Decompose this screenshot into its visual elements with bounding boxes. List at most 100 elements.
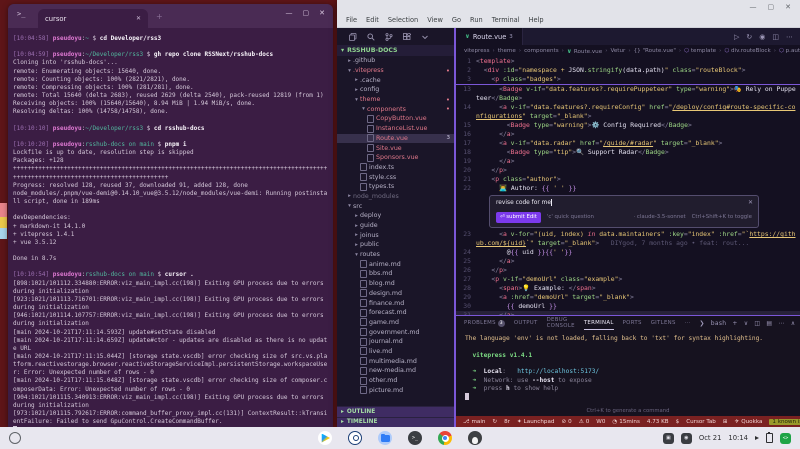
tree-item-config[interactable]: ▸config bbox=[337, 85, 454, 95]
tree-item-Sponsors.vue[interactable]: Sponsors.vue bbox=[337, 153, 454, 163]
errors-icon[interactable]: ⊘0 bbox=[561, 419, 571, 425]
breadcrumb-item[interactable]: theme bbox=[498, 48, 516, 54]
model-selector[interactable]: · claude-3.5-sonnet bbox=[633, 213, 685, 222]
breadcrumb-item[interactable]: components bbox=[524, 48, 559, 54]
tree-item-.vitepress[interactable]: ▾.vitepress• bbox=[337, 66, 454, 76]
tree-item-journal.md[interactable]: journal.md bbox=[337, 337, 454, 347]
play-store-icon[interactable] bbox=[318, 431, 332, 445]
menu-item-edit[interactable]: Edit bbox=[362, 15, 383, 25]
tree-item-types.ts[interactable]: types.ts bbox=[337, 182, 454, 192]
warnings-icon[interactable]: ⚠0 bbox=[579, 419, 590, 425]
status-item[interactable]: $ bbox=[676, 419, 680, 425]
code-badge-icon[interactable]: <> bbox=[780, 433, 791, 444]
panel-tab-gitlens[interactable]: GITLENS bbox=[651, 316, 676, 330]
git-branch-icon[interactable]: ⎇main bbox=[463, 419, 485, 425]
panel-tab-problems[interactable]: PROBLEMS3 bbox=[464, 316, 505, 330]
breadcrumb-item[interactable]: ⬡ p.author bbox=[779, 48, 800, 54]
sync-icon[interactable]: ↻ bbox=[492, 419, 497, 425]
tray-time[interactable]: 10:14 bbox=[728, 434, 748, 442]
breadcrumb-item[interactable]: vitepress bbox=[464, 48, 490, 54]
terminal-app-icon[interactable]: >_ bbox=[408, 431, 422, 445]
breadcrumb-item[interactable]: {} "Route.vue" bbox=[634, 48, 676, 54]
status-item[interactable]: 8r bbox=[504, 419, 510, 425]
tree-item-new-media.md[interactable]: new-media.md bbox=[337, 366, 454, 376]
terminal-maximize-button[interactable]: ▢ bbox=[303, 9, 310, 17]
split-terminal-icon[interactable]: ◫ bbox=[754, 320, 760, 327]
close-icon[interactable]: ✕ bbox=[748, 198, 753, 207]
breadcrumb-item[interactable]: ⬡ div.routeBlock bbox=[724, 48, 770, 54]
terminal-close-button[interactable]: ✕ bbox=[319, 9, 325, 17]
status-item[interactable]: 4.73 KB bbox=[647, 419, 669, 425]
menu-item-go[interactable]: Go bbox=[448, 15, 465, 25]
menu-item-help[interactable]: Help bbox=[525, 15, 548, 25]
tray-app-icon-1[interactable]: ▣ bbox=[663, 433, 674, 444]
tree-item-forecast.md[interactable]: forecast.md bbox=[337, 308, 454, 318]
tree-item-src[interactable]: ▾src bbox=[337, 201, 454, 211]
sync-icon[interactable]: ↻ bbox=[746, 33, 752, 41]
inline-ai-popup[interactable]: ✕revise code for me⏎ submit Edit'c' quic… bbox=[489, 195, 759, 228]
chrome-icon[interactable] bbox=[438, 431, 452, 445]
tree-item-.cache[interactable]: ▸.cache bbox=[337, 75, 454, 85]
ai-prompt-input[interactable]: revise code for me bbox=[496, 199, 752, 208]
tree-item-public[interactable]: ▸public bbox=[337, 240, 454, 250]
tree-item-index.ts[interactable]: index.ts bbox=[337, 163, 454, 173]
tree-item-blog.md[interactable]: blog.md bbox=[337, 279, 454, 289]
tree-item-theme[interactable]: ▾theme• bbox=[337, 95, 454, 105]
code-editor[interactable]: 1<template>2 <div :id="namespace + JSON.… bbox=[456, 57, 800, 315]
panel-tab-output[interactable]: OUTPUT bbox=[514, 316, 538, 330]
status-item[interactable]: Cursor Tab bbox=[686, 419, 716, 425]
status-item[interactable]: W0 bbox=[596, 419, 605, 425]
files-icon[interactable] bbox=[349, 33, 357, 41]
system-tray[interactable]: ▣◉Oct 2110:14<> bbox=[663, 433, 800, 444]
breadcrumb-item[interactable]: ∨ Route.vue bbox=[567, 48, 602, 55]
more-icon[interactable]: ⋯ bbox=[778, 320, 784, 327]
breadcrumb[interactable]: vitepress›theme›components›∨ Route.vue›V… bbox=[456, 45, 800, 57]
run-icon[interactable]: ▷ bbox=[734, 33, 739, 41]
launchpad-icon[interactable]: ✦Launchpad bbox=[517, 419, 554, 425]
search-icon[interactable] bbox=[367, 33, 375, 41]
terminal-titlebar[interactable]: >_ cursor ✕ + — ▢ ✕ bbox=[8, 4, 333, 28]
sidebar-section-outline[interactable]: ▸OUTLINE bbox=[337, 406, 454, 417]
1password-icon[interactable] bbox=[348, 431, 362, 445]
tree-item-node_modules[interactable]: ▸node_modules bbox=[337, 192, 454, 202]
menu-item-terminal[interactable]: Terminal bbox=[488, 15, 524, 25]
menu-item-view[interactable]: View bbox=[423, 15, 447, 25]
editor-tab-route-vue[interactable]: ∨ Route.vue 3 bbox=[456, 28, 523, 45]
tree-item-picture.md[interactable]: picture.md bbox=[337, 385, 454, 395]
grid-icon[interactable]: ⊞ bbox=[723, 419, 728, 425]
terminal-minimize-button[interactable]: — bbox=[286, 9, 293, 17]
tree-item-guide[interactable]: ▸guide bbox=[337, 221, 454, 231]
shell-icon[interactable]: ❯ bbox=[699, 320, 704, 327]
tree-item-routes[interactable]: ▾routes bbox=[337, 250, 454, 260]
maximize-panel-icon[interactable]: ∧ bbox=[791, 320, 796, 327]
dropdown-icon[interactable]: ∨ bbox=[744, 320, 749, 327]
explorer-root-folder[interactable]: ▾ RSSHUB-DOCS bbox=[337, 45, 454, 56]
launcher-button[interactable] bbox=[9, 432, 21, 444]
tray-date[interactable]: Oct 21 bbox=[699, 434, 722, 442]
menu-item-file[interactable]: File bbox=[342, 15, 361, 25]
breadcrumb-item[interactable]: ⬡ template bbox=[684, 48, 716, 54]
chevron-down-icon[interactable] bbox=[421, 33, 429, 41]
linux-penguin-icon[interactable] bbox=[468, 431, 482, 445]
tree-item-multimedia.md[interactable]: multimedia.md bbox=[337, 356, 454, 366]
quokka-icon[interactable]: ✈Quokka bbox=[735, 419, 763, 425]
terminal-output[interactable]: [10:04:58] pseudoyu:~ $ cd Developer/rss… bbox=[8, 28, 333, 427]
tree-item-joinus[interactable]: ▸joinus bbox=[337, 230, 454, 240]
panel-tab-debug-console[interactable]: DEBUG CONSOLE bbox=[547, 316, 575, 330]
editor-maximize-button[interactable]: ▢ bbox=[768, 3, 775, 11]
submit-edit-button[interactable]: ⏎ submit Edit bbox=[496, 212, 541, 223]
integrated-terminal[interactable]: The language 'env' is not loaded, fallin… bbox=[456, 330, 800, 416]
extensions-icon[interactable] bbox=[403, 33, 411, 41]
run-circle-icon[interactable]: ◉ bbox=[759, 33, 765, 41]
tree-item-Site.vue[interactable]: Site.vue bbox=[337, 143, 454, 153]
tree-item-live.md[interactable]: live.md bbox=[337, 347, 454, 357]
tree-item-other.md[interactable]: other.md bbox=[337, 376, 454, 386]
terminal-new-tab-button[interactable]: + bbox=[156, 12, 163, 21]
panel-tab-⋯[interactable]: ⋯ bbox=[685, 316, 691, 330]
tree-item-deploy[interactable]: ▸deploy bbox=[337, 211, 454, 221]
editor-close-button[interactable]: ✕ bbox=[785, 3, 791, 11]
tree-item-finance.md[interactable]: finance.md bbox=[337, 298, 454, 308]
breadcrumb-item[interactable]: Vetur bbox=[610, 48, 625, 54]
tree-item-Route.vue[interactable]: Route.vue3 bbox=[337, 134, 454, 144]
new-terminal-icon[interactable]: + bbox=[732, 320, 737, 327]
